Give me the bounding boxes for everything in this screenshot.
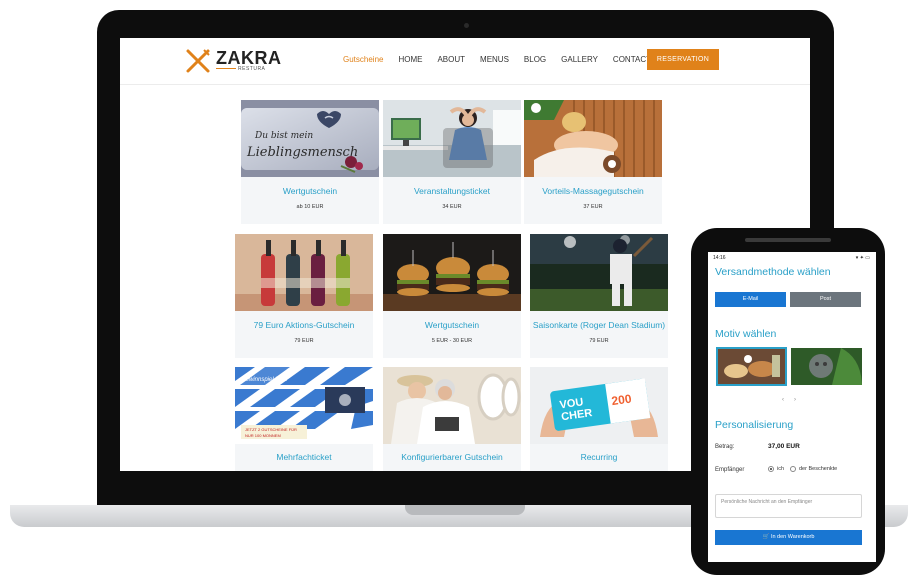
crossed-utensils-icon[interactable] — [185, 48, 211, 74]
status-bar: 14:16 ▾ ✦ ▭ — [708, 252, 876, 264]
svg-text:NUR 100 MONNEM: NUR 100 MONNEM — [245, 433, 281, 438]
site-header: ZAKRA RESTURA Gutscheine HOME ABOUT MENU… — [120, 38, 810, 85]
recipient-other-label: der Beschenkte — [799, 466, 838, 472]
svg-text:Gewinnspiel Fest: Gewinnspiel Fest — [241, 377, 287, 383]
card-title[interactable]: Saisonkarte (Roger Dean Stadium) — [530, 320, 668, 330]
voucher-card[interactable]: Saisonkarte (Roger Dean Stadium) 79 EUR — [530, 234, 668, 358]
amount-value: 37,00 EUR — [768, 443, 800, 450]
logo-underline — [216, 68, 236, 69]
message-field[interactable]: Persönliche Nachricht an den Empfänger — [715, 494, 862, 518]
card-image-burgers — [383, 234, 521, 311]
add-to-cart-button[interactable]: 🛒 In den Warenkorb — [715, 530, 862, 545]
card-title[interactable]: Vorteils-Massagegutschein — [524, 186, 662, 196]
card-price: 34 EUR — [442, 204, 462, 210]
voucher-card[interactable]: Wertgutschein 5 EUR - 30 EUR — [383, 234, 521, 358]
status-icons: ▾ ✦ ▭ — [855, 255, 870, 261]
personalization-heading: Personalisierung — [715, 419, 794, 431]
voucher-card[interactable]: Du bist mein Lieblingsmensch Wertgutsche… — [241, 100, 379, 224]
card-image-cushion: Du bist mein Lieblingsmensch — [241, 100, 379, 177]
add-to-cart-label: In den Warenkorb — [770, 534, 815, 540]
main-nav: Gutscheine HOME ABOUT MENUS BLOG GALLERY… — [343, 55, 666, 64]
recipient-other-radio[interactable] — [790, 466, 796, 472]
card-title[interactable]: Recurring — [530, 452, 668, 462]
laptop-notch — [405, 505, 525, 515]
mockup-stage: ZAKRA RESTURA Gutscheine HOME ABOUT MENU… — [0, 0, 908, 575]
card-image-airplane-couple — [383, 367, 521, 444]
nav-item-gallery[interactable]: GALLERY — [561, 55, 598, 64]
amount-label: Betrag: — [715, 444, 735, 450]
motif-option-selected[interactable] — [716, 347, 787, 386]
card-price: ab 10 EUR — [296, 204, 324, 210]
nav-item-blog[interactable]: BLOG — [524, 55, 546, 64]
nav-item-home[interactable]: HOME — [398, 55, 422, 64]
card-image-voucher: VOU CHER 200 — [530, 367, 668, 444]
voucher-card[interactable]: JETZT 2 GUTSCHEINE FÜR NUR 100 MONNEM Ge… — [235, 367, 373, 471]
card-title[interactable]: Mehrfachticket — [235, 452, 373, 462]
voucher-card[interactable]: VOU CHER 200 Recurring — [530, 367, 668, 471]
nav-item-contact[interactable]: CONTACT — [613, 55, 651, 64]
cart-icon: 🛒 — [762, 534, 771, 540]
voucher-card[interactable]: 79 Euro Aktions-Gutschein 79 EUR — [235, 234, 373, 358]
card-title[interactable]: Wertgutschein — [241, 186, 379, 196]
card-title[interactable]: Konfigurierbarer Gutschein — [383, 452, 521, 462]
nav-item-gutscheine[interactable]: Gutscheine — [343, 55, 383, 64]
card-title[interactable]: Veranstaltungsticket — [383, 186, 521, 196]
svg-text:Du bist mein: Du bist mein — [254, 131, 313, 141]
carousel-next-icon[interactable]: › — [794, 397, 796, 403]
svg-text:Lieblingsmensch: Lieblingsmensch — [246, 145, 358, 160]
nav-item-menus[interactable]: MENUS — [480, 55, 509, 64]
motif-option[interactable] — [791, 348, 862, 385]
card-image-wine — [235, 234, 373, 311]
card-price: 5 EUR - 30 EUR — [431, 338, 473, 344]
logo-subtitle: RESTURA — [238, 66, 266, 72]
reservation-button[interactable]: RESERVATION — [647, 49, 719, 70]
motif-heading: Motiv wählen — [715, 328, 777, 340]
email-option-button[interactable]: E-Mail — [715, 292, 786, 307]
card-image-office — [383, 100, 521, 177]
voucher-card[interactable]: Konfigurierbarer Gutschein — [383, 367, 521, 471]
phone-screen: 14:16 ▾ ✦ ▭ Versandmethode wählen E-Mail… — [708, 252, 876, 562]
status-time: 14:16 — [713, 255, 726, 261]
svg-text:JETZT 2 GUTSCHEINE FÜR: JETZT 2 GUTSCHEINE FÜR — [245, 427, 297, 432]
card-image-massage — [524, 100, 662, 177]
card-title[interactable]: Wertgutschein — [383, 320, 521, 330]
shipping-heading: Versandmethode wählen — [715, 266, 831, 278]
voucher-card[interactable]: Veranstaltungsticket 34 EUR — [383, 100, 521, 224]
laptop-camera — [464, 23, 469, 28]
recipient-self-label: ich — [777, 466, 785, 472]
recipient-self-radio[interactable] — [768, 466, 774, 472]
nav-item-about[interactable]: ABOUT — [437, 55, 465, 64]
carousel-prev-icon[interactable]: ‹ — [782, 397, 784, 403]
card-image-baseball — [530, 234, 668, 311]
card-price: 37 EUR — [583, 204, 603, 210]
card-price: 79 EUR — [589, 338, 609, 344]
svg-text:200: 200 — [611, 391, 633, 408]
card-price: 79 EUR — [294, 338, 314, 344]
voucher-card[interactable]: Vorteils-Massagegutschein 37 EUR — [524, 100, 662, 224]
recipient-label: Empfänger — [715, 467, 745, 473]
card-title[interactable]: 79 Euro Aktions-Gutschein — [235, 320, 373, 330]
post-option-button[interactable]: Post — [790, 292, 861, 307]
phone-speaker — [745, 238, 831, 242]
card-image-oktoberfest: JETZT 2 GUTSCHEINE FÜR NUR 100 MONNEM Ge… — [235, 367, 373, 444]
